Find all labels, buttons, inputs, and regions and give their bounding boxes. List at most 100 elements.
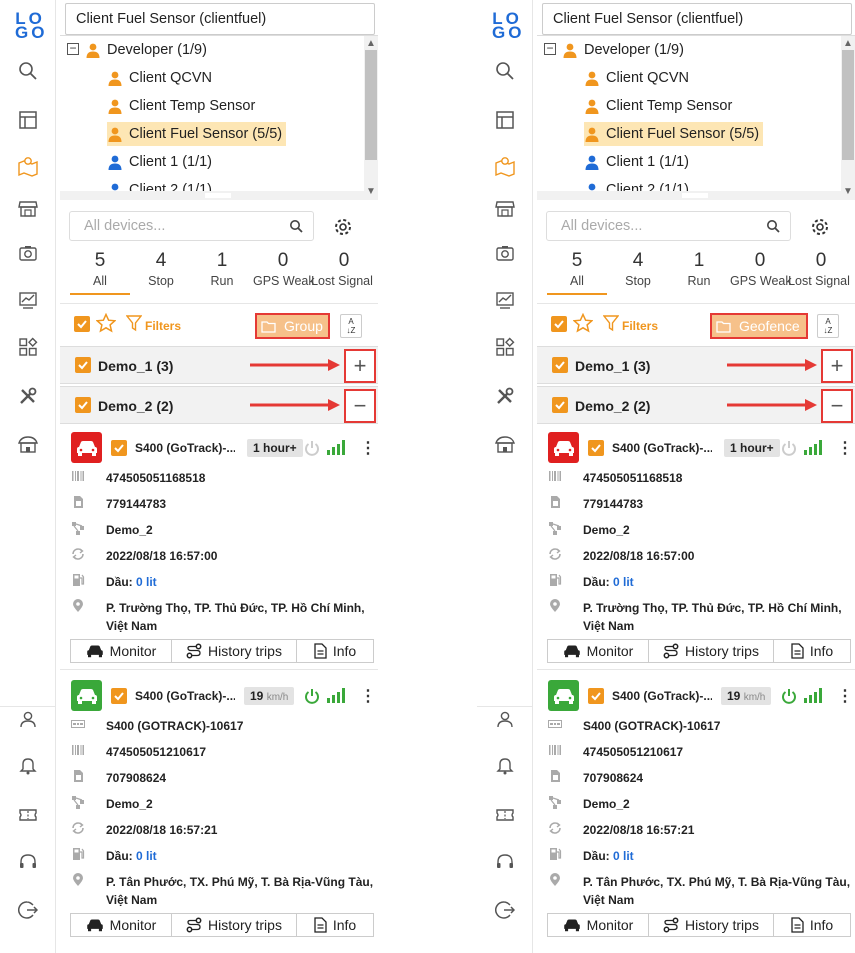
scroll-grip[interactable] bbox=[682, 193, 708, 198]
select-all-checkbox[interactable] bbox=[74, 316, 90, 332]
user-icon[interactable] bbox=[16, 707, 40, 731]
device-checkbox[interactable] bbox=[111, 688, 127, 704]
map-icon[interactable] bbox=[16, 154, 40, 178]
tree-item[interactable]: Client Temp Sensor bbox=[584, 94, 732, 118]
status-tab[interactable]: 0 GPS Weak bbox=[253, 248, 315, 288]
horizontal-scrollbar[interactable] bbox=[60, 191, 364, 200]
status-tab[interactable]: 0 GPS Weak bbox=[730, 248, 792, 288]
store-icon[interactable] bbox=[16, 197, 40, 221]
tree-item[interactable]: Developer (1/9) bbox=[562, 38, 684, 62]
scroll-grip[interactable] bbox=[205, 193, 231, 198]
tree-scrollbar[interactable]: ▲ ▼ bbox=[364, 36, 378, 200]
apps-icon[interactable] bbox=[493, 335, 517, 359]
tree-item[interactable]: Client QCVN bbox=[107, 66, 212, 90]
camera-icon[interactable] bbox=[16, 241, 40, 265]
status-tab[interactable]: 1 Run bbox=[192, 248, 252, 288]
tree-item[interactable]: Client Fuel Sensor (5/5) bbox=[107, 122, 287, 146]
group-checkbox[interactable] bbox=[552, 397, 568, 413]
shop-icon[interactable] bbox=[493, 433, 517, 457]
logout-icon[interactable] bbox=[16, 898, 40, 922]
history-trips-button[interactable]: History trips bbox=[649, 640, 774, 662]
dashboard-icon[interactable] bbox=[493, 108, 517, 132]
more-menu-icon[interactable]: ⋮ bbox=[360, 438, 376, 458]
scroll-up-icon[interactable]: ▲ bbox=[366, 38, 376, 49]
ticket-icon[interactable] bbox=[16, 803, 40, 827]
chart-icon[interactable] bbox=[16, 288, 40, 312]
star-icon[interactable] bbox=[572, 312, 594, 338]
bell-icon[interactable] bbox=[493, 753, 517, 777]
info-button[interactable]: Info bbox=[774, 640, 850, 662]
account-selector[interactable]: Client Fuel Sensor (clientfuel) bbox=[542, 3, 852, 35]
monitor-button[interactable]: Monitor bbox=[71, 914, 172, 936]
info-button[interactable]: Info bbox=[297, 914, 373, 936]
gear-icon[interactable] bbox=[333, 217, 353, 242]
select-all-checkbox[interactable] bbox=[551, 316, 567, 332]
group-checkbox[interactable] bbox=[75, 397, 91, 413]
device-search-input[interactable]: All devices... bbox=[546, 211, 791, 241]
group-by-button[interactable]: Group bbox=[255, 313, 330, 339]
headset-icon[interactable] bbox=[493, 850, 517, 874]
history-trips-button[interactable]: History trips bbox=[172, 640, 297, 662]
scroll-thumb[interactable] bbox=[365, 50, 377, 160]
status-tab[interactable]: 0 Lost Signal bbox=[311, 248, 374, 288]
group-by-button[interactable]: Geofence bbox=[710, 313, 808, 339]
tree-item[interactable]: Client 1 (1/1) bbox=[584, 150, 689, 174]
group-checkbox[interactable] bbox=[75, 357, 91, 373]
tree-item[interactable]: Client Temp Sensor bbox=[107, 94, 255, 118]
ticket-icon[interactable] bbox=[493, 803, 517, 827]
star-icon[interactable] bbox=[95, 312, 117, 338]
store-icon[interactable] bbox=[493, 197, 517, 221]
monitor-button[interactable]: Monitor bbox=[548, 914, 649, 936]
status-tab[interactable]: 4 Stop bbox=[608, 248, 668, 288]
search-icon[interactable] bbox=[766, 219, 780, 237]
tree-item[interactable]: Client QCVN bbox=[584, 66, 689, 90]
dashboard-icon[interactable] bbox=[16, 108, 40, 132]
collapse-toggle-icon[interactable]: − bbox=[67, 42, 79, 55]
tools-icon[interactable] bbox=[16, 384, 40, 408]
device-search-input[interactable]: All devices... bbox=[69, 211, 314, 241]
more-menu-icon[interactable]: ⋮ bbox=[837, 438, 853, 458]
map-icon[interactable] bbox=[493, 154, 517, 178]
tools-icon[interactable] bbox=[493, 384, 517, 408]
info-button[interactable]: Info bbox=[774, 914, 850, 936]
search-icon[interactable] bbox=[493, 59, 517, 83]
scroll-thumb[interactable] bbox=[842, 50, 854, 160]
collapse-group-button[interactable]: − bbox=[821, 389, 853, 423]
status-tab[interactable]: 4 Stop bbox=[131, 248, 191, 288]
camera-icon[interactable] bbox=[493, 241, 517, 265]
status-tab[interactable]: 0 Lost Signal bbox=[788, 248, 851, 288]
status-tab[interactable]: 1 Run bbox=[669, 248, 729, 288]
device-checkbox[interactable] bbox=[588, 688, 604, 704]
tree-item[interactable]: Client 1 (1/1) bbox=[107, 150, 212, 174]
monitor-button[interactable]: Monitor bbox=[71, 640, 172, 662]
expand-group-button[interactable]: + bbox=[821, 349, 853, 383]
account-selector[interactable]: Client Fuel Sensor (clientfuel) bbox=[65, 3, 375, 35]
horizontal-scrollbar[interactable] bbox=[537, 191, 841, 200]
scroll-down-icon[interactable]: ▼ bbox=[843, 186, 853, 197]
more-menu-icon[interactable]: ⋮ bbox=[360, 686, 376, 706]
scroll-down-icon[interactable]: ▼ bbox=[366, 186, 376, 197]
status-tab[interactable]: 5 All bbox=[547, 248, 607, 288]
filters-label[interactable]: Filters bbox=[145, 319, 181, 333]
search-icon[interactable] bbox=[16, 59, 40, 83]
shop-icon[interactable] bbox=[16, 433, 40, 457]
filter-icon[interactable] bbox=[602, 314, 620, 337]
search-icon[interactable] bbox=[289, 219, 303, 237]
chart-icon[interactable] bbox=[493, 288, 517, 312]
scroll-up-icon[interactable]: ▲ bbox=[843, 38, 853, 49]
expand-group-button[interactable]: + bbox=[344, 349, 376, 383]
collapse-toggle-icon[interactable]: − bbox=[544, 42, 556, 55]
status-tab[interactable]: 5 All bbox=[70, 248, 130, 288]
history-trips-button[interactable]: History trips bbox=[172, 914, 297, 936]
info-button[interactable]: Info bbox=[297, 640, 373, 662]
tree-scrollbar[interactable]: ▲ ▼ bbox=[841, 36, 855, 200]
apps-icon[interactable] bbox=[16, 335, 40, 359]
bell-icon[interactable] bbox=[16, 753, 40, 777]
logout-icon[interactable] bbox=[493, 898, 517, 922]
tree-item[interactable]: Client Fuel Sensor (5/5) bbox=[584, 122, 764, 146]
user-icon[interactable] bbox=[493, 707, 517, 731]
tree-item[interactable]: Developer (1/9) bbox=[85, 38, 207, 62]
collapse-group-button[interactable]: − bbox=[344, 389, 376, 423]
sort-button[interactable]: A ↓Z bbox=[817, 314, 839, 338]
group-checkbox[interactable] bbox=[552, 357, 568, 373]
